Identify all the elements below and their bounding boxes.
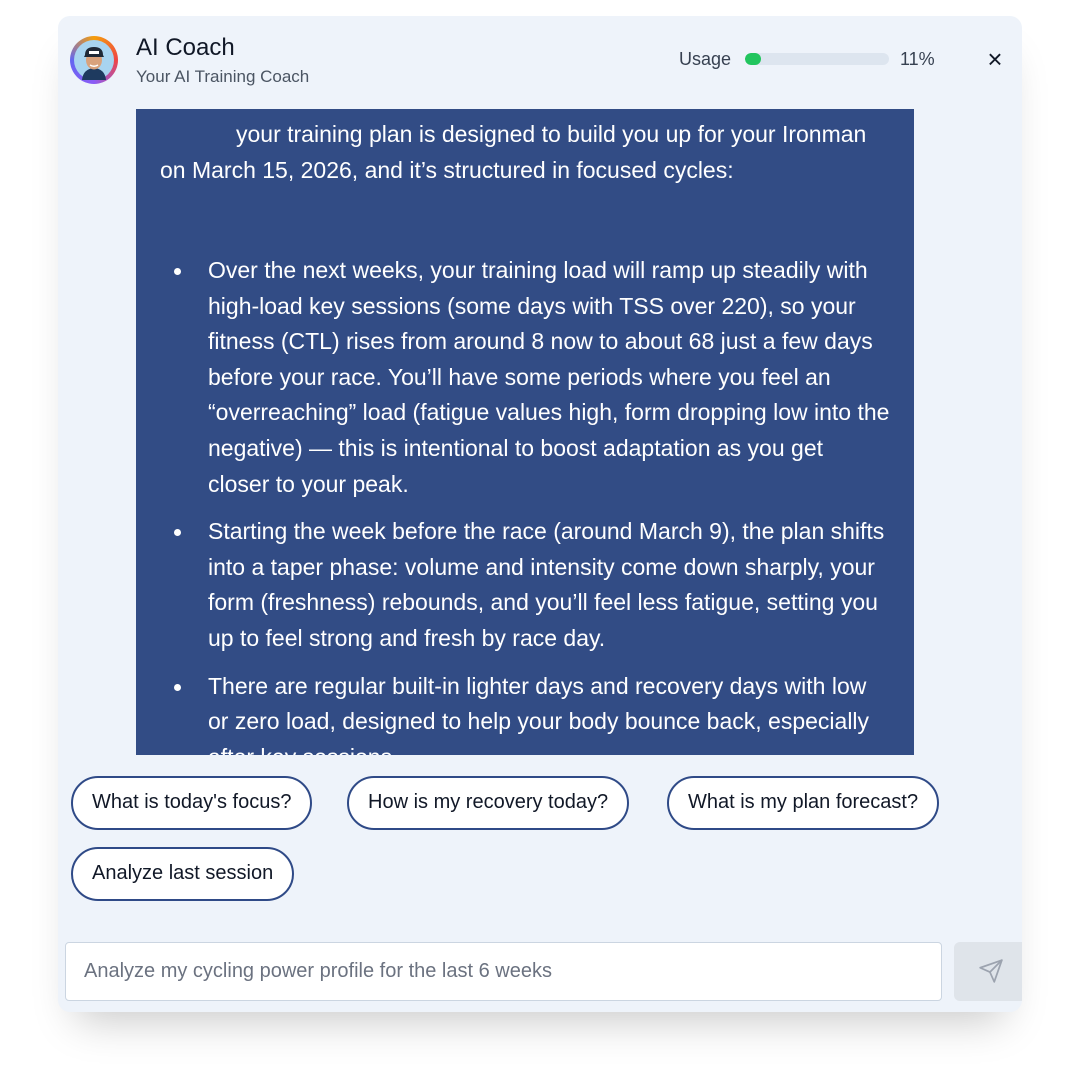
chat-header: AI Coach Your AI Training Coach Usage 11… [58, 16, 1022, 106]
usage-label: Usage [679, 49, 732, 69]
send-icon [979, 959, 1003, 983]
suggestion-chip-todays-focus[interactable]: What is today's focus? [71, 776, 313, 830]
usage-progress-bar [745, 53, 889, 65]
suggestion-chip-plan-forecast[interactable]: What is my plan forecast? [667, 776, 940, 830]
message-intro: your training plan is designed to build … [160, 121, 867, 183]
ai-coach-panel: AI Coach Your AI Training Coach Usage 11… [58, 16, 1022, 1012]
message-bullet: There are regular built-in lighter days … [160, 669, 890, 755]
message-bullet-list: Over the next weeks, your training load … [160, 253, 890, 755]
assistant-message: your training plan is designed to build … [136, 109, 914, 755]
message-bullet: Starting the week before the race (aroun… [160, 514, 890, 656]
chat-subtitle: Your AI Training Coach [136, 67, 310, 86]
suggestion-chip-analyze-session[interactable]: Analyze last session [71, 847, 295, 901]
close-icon: × [987, 44, 1003, 74]
send-button[interactable] [954, 942, 1022, 1001]
chat-input[interactable] [65, 942, 942, 1001]
suggestion-chip-recovery[interactable]: How is my recovery today? [347, 776, 630, 830]
usage-percent: 11% [900, 49, 935, 69]
coach-avatar-icon [74, 40, 114, 80]
coach-avatar [70, 36, 118, 84]
close-button[interactable]: × [982, 46, 1008, 72]
usage-progress-fill [745, 53, 761, 65]
chat-title: AI Coach [136, 34, 235, 61]
message-bullet: Over the next weeks, your training load … [160, 253, 890, 502]
